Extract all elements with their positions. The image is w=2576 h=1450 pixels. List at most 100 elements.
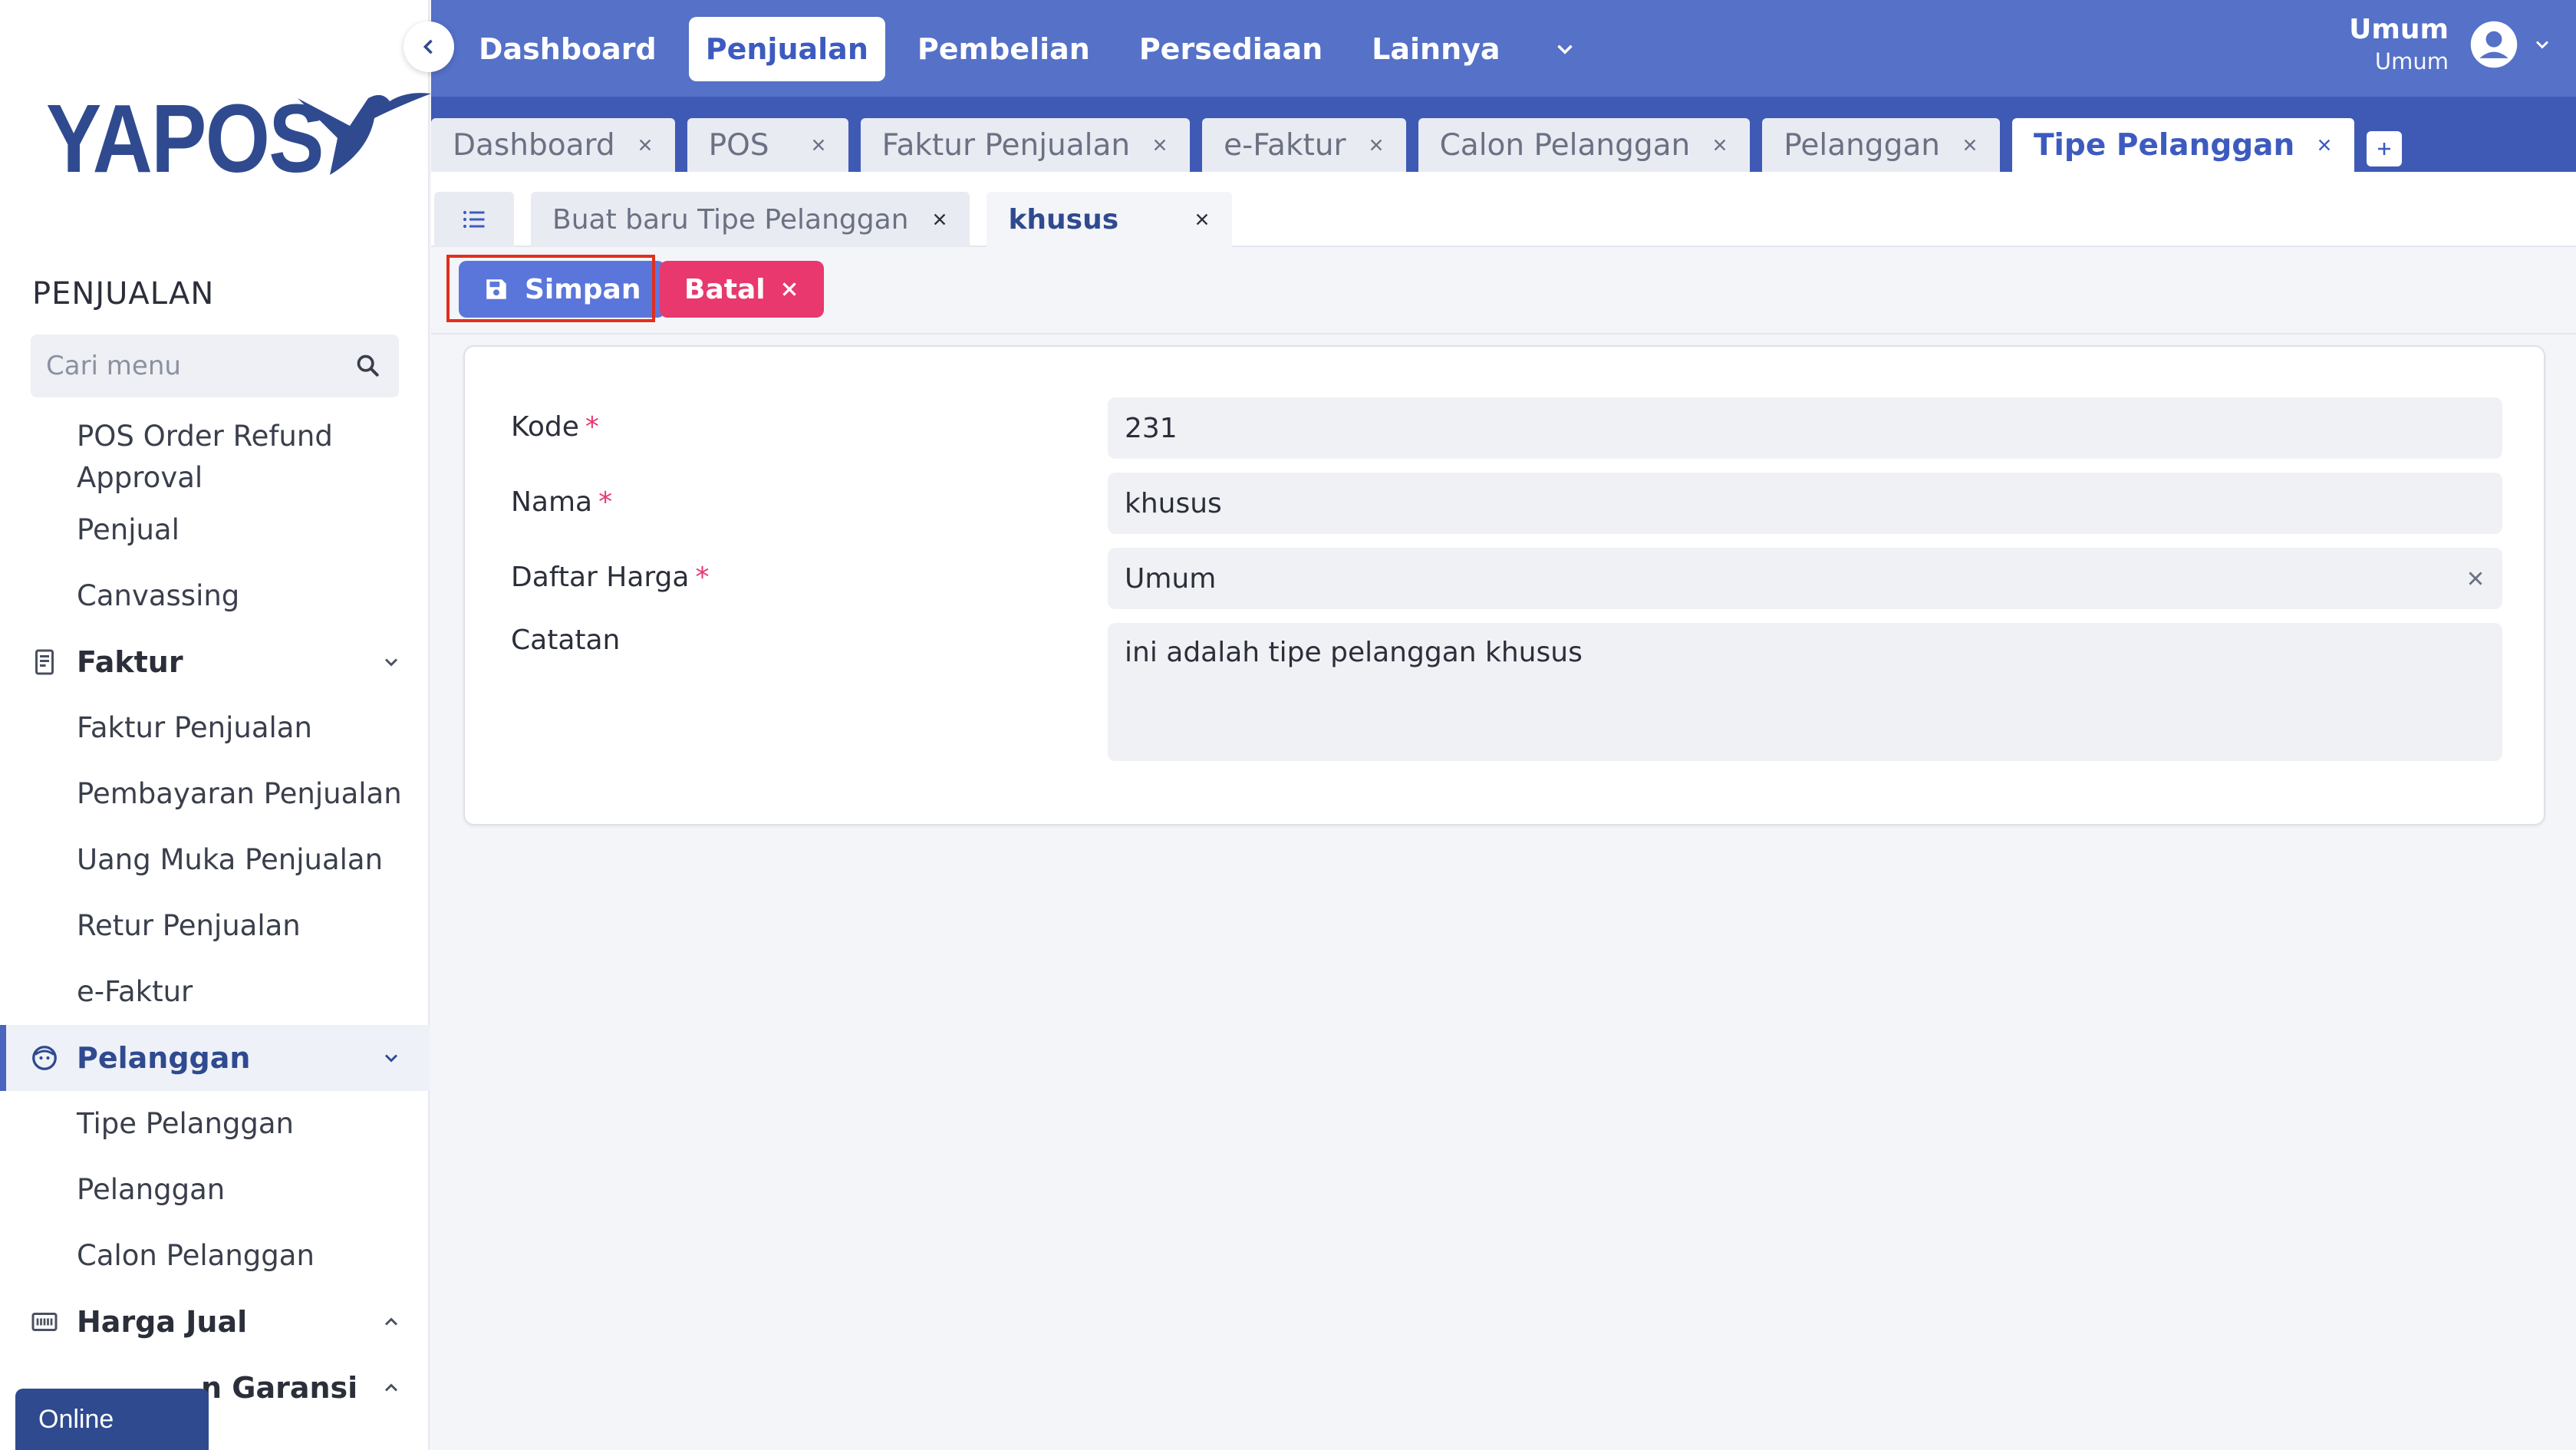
sidebar-item-e-faktur[interactable]: e-Faktur (0, 959, 430, 1025)
sidebar-item-tipe-pelanggan[interactable]: Tipe Pelanggan (0, 1091, 430, 1157)
cancel-button[interactable]: Batal (660, 261, 824, 318)
top-bar: Dashboard Penjualan Pembelian Persediaan… (431, 0, 2576, 97)
tab-label: POS (708, 127, 769, 163)
close-icon[interactable] (637, 137, 654, 153)
daftar-harga-value: Umum (1125, 562, 1217, 595)
sidebar-item-pembayaran-penjualan[interactable]: Pembayaran Penjualan (0, 761, 430, 827)
sidebar-item-label: Faktur Penjualan (77, 711, 312, 744)
sidebar-group-pelanggan[interactable]: Pelanggan (0, 1025, 430, 1091)
plus-icon (2378, 143, 2391, 155)
nav-penjualan[interactable]: Penjualan (688, 17, 885, 81)
chevron-down-icon (384, 1054, 398, 1063)
sidebar-item-calon-pelanggan[interactable]: Calon Pelanggan (0, 1223, 430, 1289)
sidebar-item-label: Penjual (77, 513, 180, 546)
sidebar-group-harga-jual[interactable]: Harga Jual (0, 1289, 430, 1355)
sidebar-item-uang-muka-penjualan[interactable]: Uang Muka Penjualan (0, 827, 430, 893)
clear-icon[interactable] (2466, 568, 2485, 588)
subtab-buat-baru[interactable]: Buat baru Tipe Pelanggan (531, 192, 970, 247)
tab-faktur-penjualan[interactable]: Faktur Penjualan (860, 118, 1191, 172)
cancel-button-label: Batal (684, 273, 766, 305)
tab-e-faktur[interactable]: e-Faktur (1202, 118, 1406, 172)
app-logo[interactable]: YAPOS (46, 84, 431, 193)
sidebar-item-label: Tipe Pelanggan (77, 1107, 295, 1140)
tab-pos[interactable]: POS (687, 118, 848, 172)
tab-label: Pelanggan (1784, 127, 1940, 163)
tab-calon-pelanggan[interactable]: Calon Pelanggan (1418, 118, 1751, 172)
chevron-left-icon (423, 39, 433, 54)
invoice-icon (35, 649, 54, 675)
catatan-textarea[interactable]: ini adalah tipe pelanggan khusus (1108, 623, 2502, 761)
sidebar-group-label: Faktur (77, 645, 183, 679)
document-tab-bar: Dashboard POS Faktur Penjualan e-Faktur … (431, 97, 2576, 172)
user-name: Umum (2349, 14, 2449, 45)
sidebar-item-label: Canvassing (77, 579, 240, 612)
chevron-down-icon (2535, 40, 2549, 49)
tab-tipe-pelanggan[interactable]: Tipe Pelanggan (2011, 118, 2355, 172)
sidebar-item-pelanggan[interactable]: Pelanggan (0, 1157, 430, 1223)
close-icon[interactable] (1368, 137, 1385, 153)
nav-lainnya[interactable]: Lainnya (1355, 17, 1517, 81)
nama-field[interactable]: khusus (1108, 473, 2502, 534)
kode-label: Kode * (511, 411, 599, 443)
sidebar-item-retur-penjualan[interactable]: Retur Penjualan (0, 893, 430, 959)
required-mark: * (585, 411, 599, 443)
kode-value: 231 (1125, 412, 1178, 444)
add-tab-button[interactable] (2367, 131, 2403, 166)
nav-persediaan[interactable]: Persediaan (1122, 17, 1339, 81)
sidebar-item-pos-order-refund-approval[interactable]: POS Order Refund Approval (0, 414, 430, 497)
tab-label: Dashboard (453, 127, 615, 163)
sidebar-item-label: Pelanggan (77, 1173, 226, 1206)
sidebar-collapse-button[interactable] (404, 21, 454, 72)
sidebar-item-penjual[interactable]: Penjual (0, 497, 430, 563)
user-menu[interactable]: Umum Umum (2349, 14, 2553, 74)
nav-more-button[interactable] (1533, 17, 1597, 81)
form-tab-bar: Buat baru Tipe Pelanggan khusus (431, 172, 2576, 247)
close-icon[interactable] (1194, 211, 1211, 228)
search-icon (357, 354, 379, 377)
catatan-value: ini adalah tipe pelanggan khusus (1125, 637, 1583, 668)
nav-dashboard[interactable]: Dashboard (462, 17, 674, 81)
subtab-label: Buat baru Tipe Pelanggan (552, 203, 909, 236)
user-names: Umum Umum (2349, 14, 2449, 74)
tab-pelanggan[interactable]: Pelanggan (1762, 118, 2000, 172)
nav-pembelian[interactable]: Pembelian (901, 17, 1107, 81)
tab-dashboard[interactable]: Dashboard (431, 118, 675, 172)
sidebar-group-label: Pelanggan (77, 1041, 251, 1075)
close-icon[interactable] (1711, 137, 1728, 153)
kode-field[interactable]: 231 (1108, 397, 2502, 459)
chevron-down-icon (1556, 44, 1573, 54)
sidebar-item-faktur-penjualan[interactable]: Faktur Penjualan (0, 695, 430, 761)
sidebar-item-canvassing[interactable]: Canvassing (0, 563, 430, 629)
subtab-khusus[interactable]: khusus (987, 192, 1233, 247)
kode-label-text: Kode (511, 411, 579, 443)
sidebar-item-label: e-Faktur (77, 975, 193, 1008)
sidebar-group-label: Harga Jual (77, 1305, 248, 1339)
close-icon[interactable] (1151, 137, 1168, 153)
list-view-button[interactable] (434, 192, 514, 247)
menu-search-input[interactable]: Cari menu (31, 334, 399, 397)
tab-label: Calon Pelanggan (1439, 127, 1691, 163)
menu-search-placeholder: Cari menu (46, 351, 181, 381)
close-icon[interactable] (810, 137, 827, 153)
chevron-up-icon (384, 1383, 398, 1392)
sidebar-group-label: n Garansi (201, 1371, 358, 1405)
daftar-harga-select[interactable]: Umum (1108, 548, 2502, 609)
sidebar-group-faktur[interactable]: Faktur (0, 629, 430, 695)
online-status-badge[interactable]: Online (15, 1389, 209, 1450)
sidebar-item-label: POS Order Refund Approval (77, 420, 333, 494)
chevron-up-icon (384, 1317, 398, 1326)
user-role: Umum (2374, 48, 2449, 74)
close-icon[interactable] (931, 211, 948, 228)
close-icon[interactable] (1962, 137, 1978, 153)
sidebar-item-label: Uang Muka Penjualan (77, 843, 384, 876)
catatan-label: Catatan (511, 624, 620, 656)
logo-text: YAPOS (46, 84, 324, 193)
tab-label: e-Faktur (1224, 127, 1346, 163)
close-icon[interactable] (2316, 137, 2333, 153)
daftar-harga-label-text: Daftar Harga (511, 562, 690, 593)
required-mark: * (598, 486, 613, 518)
tab-label: Faktur Penjualan (881, 127, 1131, 163)
nama-label: Nama * (511, 486, 612, 518)
sidebar-item-label: Pembayaran Penjualan (77, 777, 402, 810)
form-card: Kode * 231 Nama * khusus Daftar Harga * Umu… (463, 345, 2545, 826)
